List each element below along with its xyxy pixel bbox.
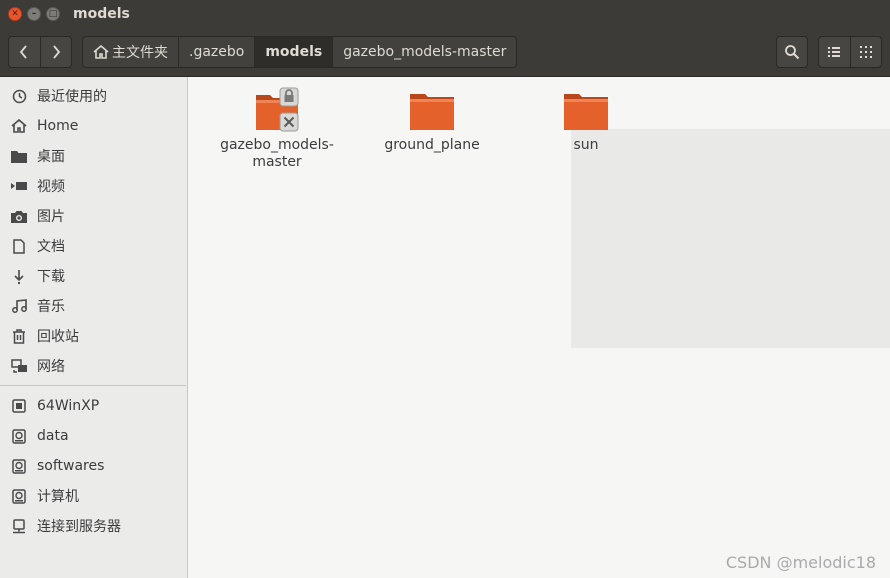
sidebar-item-desktop[interactable]: 桌面 [0,141,186,171]
sidebar-item-connect-server[interactable]: 连接到服务器 [0,511,186,541]
sidebar-item-recent[interactable]: 最近使用的 [0,81,186,111]
search-icon [785,45,800,60]
grid-view-button[interactable] [849,37,882,67]
minimize-icon: – [31,9,37,19]
title-bar: ✕ – □ models [0,0,890,29]
close-window-button[interactable]: ✕ [8,7,22,21]
sidebar-item-label: 网络 [37,359,65,375]
sidebar-item-music[interactable]: 音乐 [0,291,186,321]
video-icon [10,181,28,191]
chevron-left-icon [20,45,27,59]
sidebar-item-trash[interactable]: 回收站 [0,321,186,351]
close-icon: ✕ [11,9,19,19]
music-icon [10,299,28,313]
file-item-ground-plane[interactable]: ground_plane [367,87,497,154]
folder-icon [408,87,456,135]
chevron-right-icon [53,45,60,59]
breadcrumb-gazebo[interactable]: .gazebo [179,37,256,67]
folder-locked-icon [253,87,301,135]
sidebar-item-downloads[interactable]: 下载 [0,261,186,291]
sidebar-item-label: 回收站 [37,329,79,345]
home-icon [93,45,109,59]
sidebar: 最近使用的 Home 桌面 视频 图片 文档 下载 音乐 回收站 网络 64Wi… [0,77,188,578]
sidebar-item-pictures[interactable]: 图片 [0,201,186,231]
trash-icon [10,328,28,344]
sidebar-item-label: softwares [37,458,105,474]
view-toggle [818,36,882,68]
back-button[interactable] [9,37,40,67]
breadcrumb-label: models [265,44,323,60]
breadcrumb-label: gazebo_models-master [343,44,507,60]
file-name: sun [573,137,599,153]
network-icon [10,358,28,374]
folder-icon [562,87,610,135]
breadcrumb: 主文件夹 .gazebo models gazebo_models-master [82,36,518,68]
download-icon [10,269,28,284]
sidebar-item-network[interactable]: 网络 [0,351,186,381]
drive-icon [10,488,28,504]
file-view: gazebo_models- master ground_plane sun C… [188,77,890,578]
sidebar-item-label: 桌面 [37,149,65,165]
sidebar-item-label: 最近使用的 [37,89,107,105]
file-name: ground_plane [384,137,480,153]
list-icon [828,47,841,57]
sidebar-item-label: Home [37,118,79,134]
sidebar-item-label: 图片 [37,209,65,225]
maximize-icon: □ [48,9,58,19]
sidebar-item-label: 视频 [37,179,65,195]
breadcrumb-gazebo-models-master[interactable]: gazebo_models-master [333,37,516,67]
sidebar-item-videos[interactable]: 视频 [0,171,186,201]
document-icon [10,238,28,254]
camera-icon [10,210,28,223]
grid-icon [859,46,872,58]
file-name: gazebo_models- master [220,137,334,170]
toolbar: 主文件夹 .gazebo models gazebo_models-master [0,29,890,77]
sidebar-item-label: 连接到服务器 [37,519,121,535]
file-item-gazebo-models-master[interactable]: gazebo_models- master [212,87,342,171]
breadcrumb-label: .gazebo [189,44,245,60]
sidebar-item-home[interactable]: Home [0,111,186,141]
sidebar-item-64winxp[interactable]: 64WinXP [0,391,186,421]
sidebar-item-data[interactable]: data [0,421,186,451]
recent-icon [10,89,28,104]
sidebar-item-label: 下载 [37,269,65,285]
sidebar-item-label: 计算机 [37,489,79,505]
nav-buttons [8,36,72,68]
sidebar-item-documents[interactable]: 文档 [0,231,186,261]
file-item-sun[interactable]: sun [521,87,651,154]
chip-icon [10,399,28,413]
maximize-window-button[interactable]: □ [46,7,60,21]
breadcrumb-models[interactable]: models [255,37,334,67]
home-icon [10,119,28,133]
breadcrumb-home[interactable]: 主文件夹 [83,37,179,67]
minimize-window-button[interactable]: – [27,7,41,21]
sidebar-item-label: 64WinXP [37,398,100,414]
sidebar-item-softwares[interactable]: softwares [0,451,186,481]
desktop-folder-icon [10,150,28,163]
sidebar-item-label: data [37,428,69,444]
forward-button[interactable] [39,37,72,67]
list-view-button[interactable] [819,37,850,67]
sidebar-item-computer[interactable]: 计算机 [0,481,186,511]
sidebar-item-label: 音乐 [37,299,65,315]
drive-icon [10,458,28,474]
sidebar-divider [0,385,186,386]
breadcrumb-label: 主文件夹 [112,45,168,61]
drive-icon [10,428,28,444]
search-button[interactable] [776,36,808,68]
selection-overlay [571,129,890,348]
window-title: models [73,6,130,22]
sidebar-item-label: 文档 [37,239,65,255]
server-icon [10,518,28,534]
watermark: CSDN @melodic18 [725,553,876,572]
